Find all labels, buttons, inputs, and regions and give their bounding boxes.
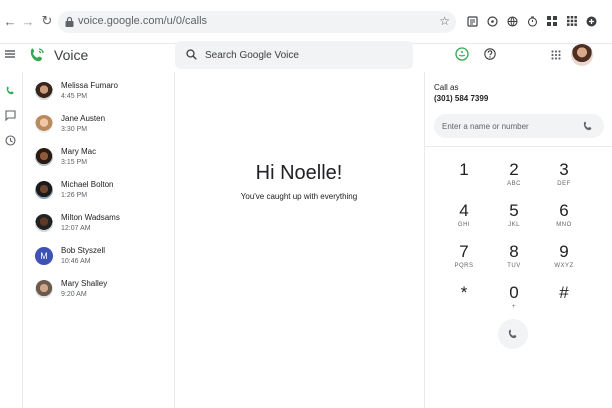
grid-extension-icon[interactable] (546, 15, 558, 27)
hamburger-menu-icon[interactable] (4, 48, 16, 60)
dial-key-hash[interactable]: # (544, 283, 584, 315)
list-item[interactable]: Mary Shalley 9:20 AM (32, 276, 172, 304)
dial-key-5[interactable]: 5 JKL (494, 201, 534, 233)
dial-key-1[interactable]: 1 (444, 160, 484, 192)
contact-name: Melissa Fumaro (61, 81, 118, 90)
list-item[interactable]: Mary Mac 3:15 PM (32, 144, 172, 172)
url-text: voice.google.com/u/0/calls (78, 15, 208, 27)
contact-time: 3:30 PM (61, 126, 88, 133)
chat-extension-icon[interactable] (486, 15, 498, 27)
greeting-subtitle: You've caught up with everything (240, 192, 358, 201)
back-icon[interactable]: ← (2, 13, 18, 29)
star-icon[interactable]: ☆ (439, 14, 450, 28)
contact-time: 10:46 AM (61, 258, 91, 265)
contact-list: Melissa Fumaro 4:45 PM Jane Austen 3:30 … (24, 72, 175, 408)
forward-icon[interactable]: → (20, 13, 36, 29)
account-avatar[interactable] (571, 44, 593, 66)
contact-name: Milton Wadsams (61, 213, 120, 222)
history-nav-icon[interactable] (4, 134, 16, 146)
add-circle-icon[interactable] (585, 15, 597, 27)
list-item[interactable]: Milton Wadsams 12:07 AM (32, 210, 172, 238)
search-input[interactable] (205, 47, 405, 63)
contact-time: 12:07 AM (61, 225, 91, 232)
dial-input[interactable] (442, 119, 572, 133)
contact-time: 4:45 PM (61, 93, 88, 100)
search-icon (186, 49, 197, 60)
reload-icon[interactable]: ↻ (39, 13, 55, 29)
avatar-initial: M (35, 247, 53, 265)
avatar (35, 181, 53, 199)
avatar (35, 82, 53, 100)
extension-icon[interactable] (466, 15, 478, 27)
help-icon[interactable] (483, 47, 497, 61)
app-header: Voice (0, 38, 612, 72)
dial-key-4[interactable]: 4 GHI (444, 201, 484, 233)
voice-logo-icon[interactable] (28, 46, 46, 64)
avatar (35, 148, 53, 166)
list-item[interactable]: Michael Bolton 1:26 PM (32, 177, 172, 205)
dial-key-2[interactable]: 2 ABC (494, 160, 534, 192)
lock-icon (65, 16, 74, 27)
dial-key-3[interactable]: 3 DEF (544, 160, 584, 192)
dial-key-8[interactable]: 8 TUV (494, 242, 534, 274)
contact-time: 3:15 PM (61, 159, 88, 166)
contact-name: Mary Shalley (61, 279, 108, 288)
contact-time: 1:26 PM (61, 192, 88, 199)
dial-key-0[interactable]: 0 + (494, 283, 534, 315)
apps-extension-icon[interactable] (566, 15, 578, 27)
voice-status-icon[interactable] (455, 47, 469, 61)
dial-key-9[interactable]: 9 WXYZ (544, 242, 584, 274)
call-as-number[interactable]: (301) 584 7399 (434, 94, 488, 103)
contact-name: Bob Styszell (61, 246, 106, 255)
address-bar[interactable]: voice.google.com/u/0/calls ☆ (58, 11, 456, 33)
search-bar[interactable] (175, 41, 413, 69)
dial-input-box[interactable] (434, 114, 604, 138)
avatar (35, 115, 53, 133)
phone-icon (508, 329, 517, 339)
dial-key-star[interactable]: * (444, 283, 484, 315)
call-button[interactable] (498, 319, 528, 349)
timer-icon[interactable] (526, 15, 538, 27)
dial-key-6[interactable]: 6 MNO (544, 201, 584, 233)
list-item[interactable]: Melissa Fumaro 4:45 PM (32, 78, 172, 106)
contact-name: Jane Austen (61, 114, 106, 123)
list-item[interactable]: M Bob Styszell 10:46 AM (32, 243, 172, 271)
call-as-label: Call as (434, 83, 459, 92)
app-name: Voice (54, 47, 89, 63)
contact-name: Mary Mac (61, 147, 97, 156)
calls-nav-icon[interactable] (4, 84, 16, 96)
avatar (35, 280, 53, 298)
greeting-heading: Hi Noelle! (255, 162, 343, 184)
left-nav-rail (0, 72, 23, 408)
contact-time: 9:20 AM (61, 291, 87, 298)
avatar (35, 214, 53, 232)
globe-icon[interactable] (506, 15, 518, 27)
dialer-panel: Call as (301) 584 7399 1 2ABC 3DEF 4GHI … (424, 72, 612, 408)
messages-nav-icon[interactable] (4, 109, 16, 121)
phone-icon[interactable] (582, 120, 594, 132)
divider (425, 146, 612, 147)
dial-key-7[interactable]: 7 PQRS (444, 242, 484, 274)
contact-name: Michael Bolton (61, 180, 114, 189)
apps-grid-icon[interactable] (549, 48, 563, 62)
list-item[interactable]: Jane Austen 3:30 PM (32, 111, 172, 139)
main-panel: Hi Noelle! You've caught up with everyth… (175, 72, 423, 408)
